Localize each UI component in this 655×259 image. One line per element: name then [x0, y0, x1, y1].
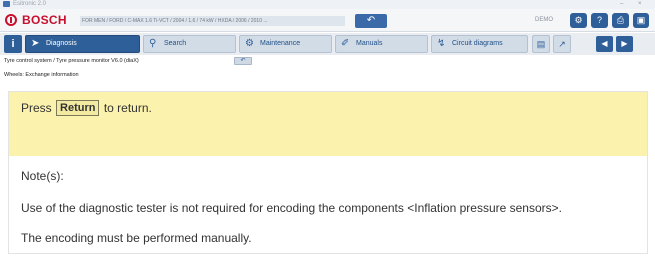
return-key-label: Return — [56, 100, 100, 116]
notes-heading: Note(s): — [21, 169, 64, 183]
tab-bar: i ➤ Diagnosis ⚲ Search ⚙ Maintenance ✐ M… — [0, 33, 655, 55]
back-button[interactable]: ↶ — [355, 14, 387, 28]
tab-search[interactable]: ⚲ Search — [143, 35, 236, 53]
document-icon: ▤ — [536, 39, 546, 49]
title-bar: Esitronic 2.0 – × — [0, 0, 655, 9]
external-link-icon: ↗ — [558, 39, 566, 49]
note-line: The encoding must be performed manually. — [21, 231, 252, 245]
display-button[interactable]: ▣ — [633, 13, 649, 28]
monitor-icon: ▣ — [636, 15, 646, 25]
info-button[interactable]: i — [4, 35, 22, 53]
chevron-right-icon: ▶ — [621, 39, 628, 48]
brand-bar: BOSCH FOR MEN / FORD / C-MAX 1.6 Ti-VCT … — [0, 9, 655, 32]
instruction-box: Press Return to return. — [9, 92, 647, 156]
breadcrumb: Tyre control system / Tyre pressure moni… — [4, 58, 139, 64]
tab-label: Circuit diagrams — [452, 40, 503, 47]
tab-circuit-diagrams[interactable]: ↯ Circuit diagrams — [431, 35, 528, 53]
tab-maintenance[interactable]: ⚙ Maintenance — [239, 35, 332, 53]
instruction-suffix: to return. — [103, 101, 152, 115]
settings-button[interactable]: ⚙ — [570, 13, 587, 28]
tab-label: Maintenance — [260, 40, 301, 47]
magnifier-icon: ⚲ — [149, 38, 157, 49]
tab-label: Diagnosis — [46, 40, 77, 47]
tab-manuals[interactable]: ✐ Manuals — [335, 35, 428, 53]
help-icon: ? — [596, 15, 602, 25]
close-button[interactable]: × — [638, 0, 642, 9]
next-button[interactable]: ▶ — [616, 36, 633, 52]
print-button[interactable]: ⎙ — [612, 13, 629, 28]
print-icon: ⎙ — [616, 15, 625, 25]
brand-name: BOSCH — [22, 13, 67, 27]
document-button[interactable]: ▤ — [532, 35, 550, 53]
car-diagnosis-icon: ➤ — [31, 38, 40, 49]
info-icon: i — [11, 38, 15, 50]
tab-diagnosis[interactable]: ➤ Diagnosis — [25, 35, 140, 53]
back-arrow-icon: ↶ — [240, 58, 246, 64]
bosch-logo-icon — [5, 14, 17, 26]
mode-label: DEMO — [535, 17, 553, 23]
help-button[interactable]: ? — [591, 13, 608, 28]
chevron-left-icon: ◀ — [601, 39, 608, 48]
previous-button[interactable]: ◀ — [596, 36, 613, 52]
content-panel: Press Return to return. Note(s): Use of … — [8, 91, 648, 254]
pulse-icon: ↯ — [437, 38, 446, 49]
back-arrow-icon: ↶ — [366, 15, 376, 26]
instruction-prefix: Press — [21, 101, 52, 115]
note-line: Use of the diagnostic tester is not requ… — [21, 201, 562, 215]
breadcrumb-back-button[interactable]: ↶ — [234, 57, 252, 65]
minimize-button[interactable]: – — [620, 0, 623, 9]
wrench-icon: ✐ — [341, 38, 350, 49]
vehicle-selection[interactable]: FOR MEN / FORD / C-MAX 1.6 Ti-VCT / 2004… — [80, 16, 345, 26]
gears-icon: ⚙ — [245, 38, 254, 49]
external-window-button[interactable]: ↗ — [553, 35, 571, 53]
window-title: Esitronic 2.0 — [13, 1, 47, 7]
sub-breadcrumb: Wheels: Exchange information — [4, 72, 79, 78]
gear-icon: ⚙ — [574, 15, 583, 25]
tab-label: Manuals — [356, 40, 383, 47]
tab-label: Search — [164, 40, 187, 47]
instruction-text: Press Return to return. — [21, 100, 152, 116]
app-icon — [3, 1, 10, 7]
